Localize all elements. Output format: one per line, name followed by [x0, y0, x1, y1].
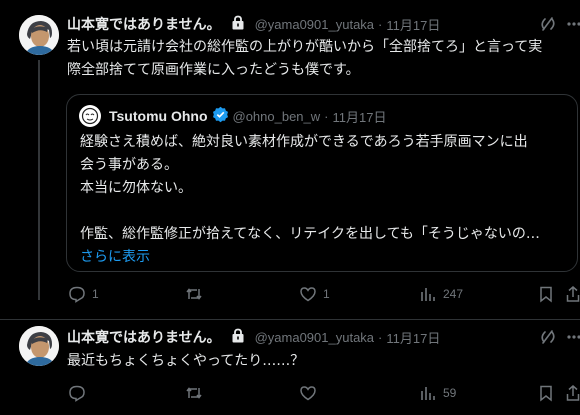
handle[interactable]: @yama0901_yutaka — [255, 330, 374, 345]
separator-dot: · — [324, 108, 329, 124]
retweet-icon — [185, 384, 203, 402]
share-icon[interactable] — [566, 384, 580, 406]
retweet-button[interactable] — [185, 285, 209, 303]
tweet-text-line: 若い頃は元請け会社の総作監の上がりが酷いから「全部捨てろ」と言って実 — [67, 39, 543, 55]
lock-icon — [231, 328, 245, 347]
bookmark-icon[interactable] — [537, 285, 555, 307]
views-icon — [419, 285, 437, 303]
verified-icon — [212, 106, 229, 127]
tweet[interactable]: 山本寛ではありません。 @yama0901_yutaka · 11月17日 最近… — [0, 320, 580, 415]
avatar-image — [19, 326, 59, 366]
share-icon[interactable] — [566, 285, 580, 307]
lock-icon — [231, 15, 245, 34]
display-name[interactable]: 山本寛ではありません。 — [67, 14, 221, 34]
thread-line — [38, 60, 40, 300]
quoted-text-line: 作監、総作監修正が拾えてなく、リテイクを出しても「そうじゃないの… — [80, 226, 540, 242]
grok-icon[interactable] — [539, 15, 557, 37]
views-button[interactable]: 59 — [419, 384, 456, 402]
more-icon[interactable] — [565, 15, 580, 37]
reply-button[interactable]: 1 — [68, 285, 99, 303]
tweet[interactable]: 山本寛ではありません。 @yama0901_yutaka · 11月17日 若い… — [0, 0, 580, 320]
retweet-icon — [185, 285, 203, 303]
like-button[interactable]: 1 — [299, 285, 330, 303]
bookmark-icon[interactable] — [537, 384, 555, 406]
reply-icon — [68, 285, 86, 303]
views-count: 59 — [443, 386, 457, 400]
reply-icon — [68, 384, 86, 402]
views-count: 247 — [443, 287, 464, 301]
tweet-text-line: 際全部捨てて原画作業に入ったどうも僕です。 — [67, 62, 360, 78]
retweet-button[interactable] — [185, 384, 203, 402]
reply-button[interactable] — [68, 384, 86, 402]
quoted-tweet[interactable]: Tsutomu Ohno @ohno_ben_w · 11月17日 経験さえ積め… — [66, 94, 578, 272]
like-count: 1 — [323, 287, 330, 301]
views-button[interactable]: 247 — [419, 285, 463, 303]
timestamp[interactable]: 11月17日 — [386, 328, 440, 347]
grok-icon[interactable] — [539, 328, 557, 350]
separator-dot: · — [378, 16, 383, 32]
separator-dot: · — [378, 329, 383, 345]
like-icon — [299, 384, 317, 402]
timestamp[interactable]: 11月17日 — [386, 15, 440, 34]
quoted-timestamp[interactable]: 11月17日 — [333, 107, 387, 126]
like-button[interactable] — [299, 384, 317, 402]
quoted-text-line: 会う事がある。 — [80, 157, 178, 173]
more-icon[interactable] — [565, 328, 580, 350]
quoted-handle[interactable]: @ohno_ben_w — [233, 109, 321, 124]
display-name[interactable]: 山本寛ではありません。 — [67, 327, 221, 347]
quoted-text-line: 経験さえ積めば、絶対良い素材作成ができるであろう若手原画マンに出 — [80, 134, 528, 150]
quoted-text-line: 本当に勿体ない。 — [80, 180, 192, 196]
avatar-image — [19, 15, 59, 55]
like-icon — [299, 285, 317, 303]
handle[interactable]: @yama0901_yutaka — [255, 17, 374, 32]
views-icon — [419, 384, 437, 402]
avatar[interactable] — [19, 15, 59, 55]
avatar[interactable] — [19, 326, 59, 366]
reply-count: 1 — [92, 287, 99, 301]
tweet-text-line: 最近もちょくちょくやってたり……？ — [67, 353, 305, 369]
quoted-display-name[interactable]: Tsutomu Ohno — [109, 108, 208, 124]
show-more-link[interactable]: さらに表示 — [80, 246, 572, 269]
quoted-avatar[interactable] — [79, 105, 101, 127]
